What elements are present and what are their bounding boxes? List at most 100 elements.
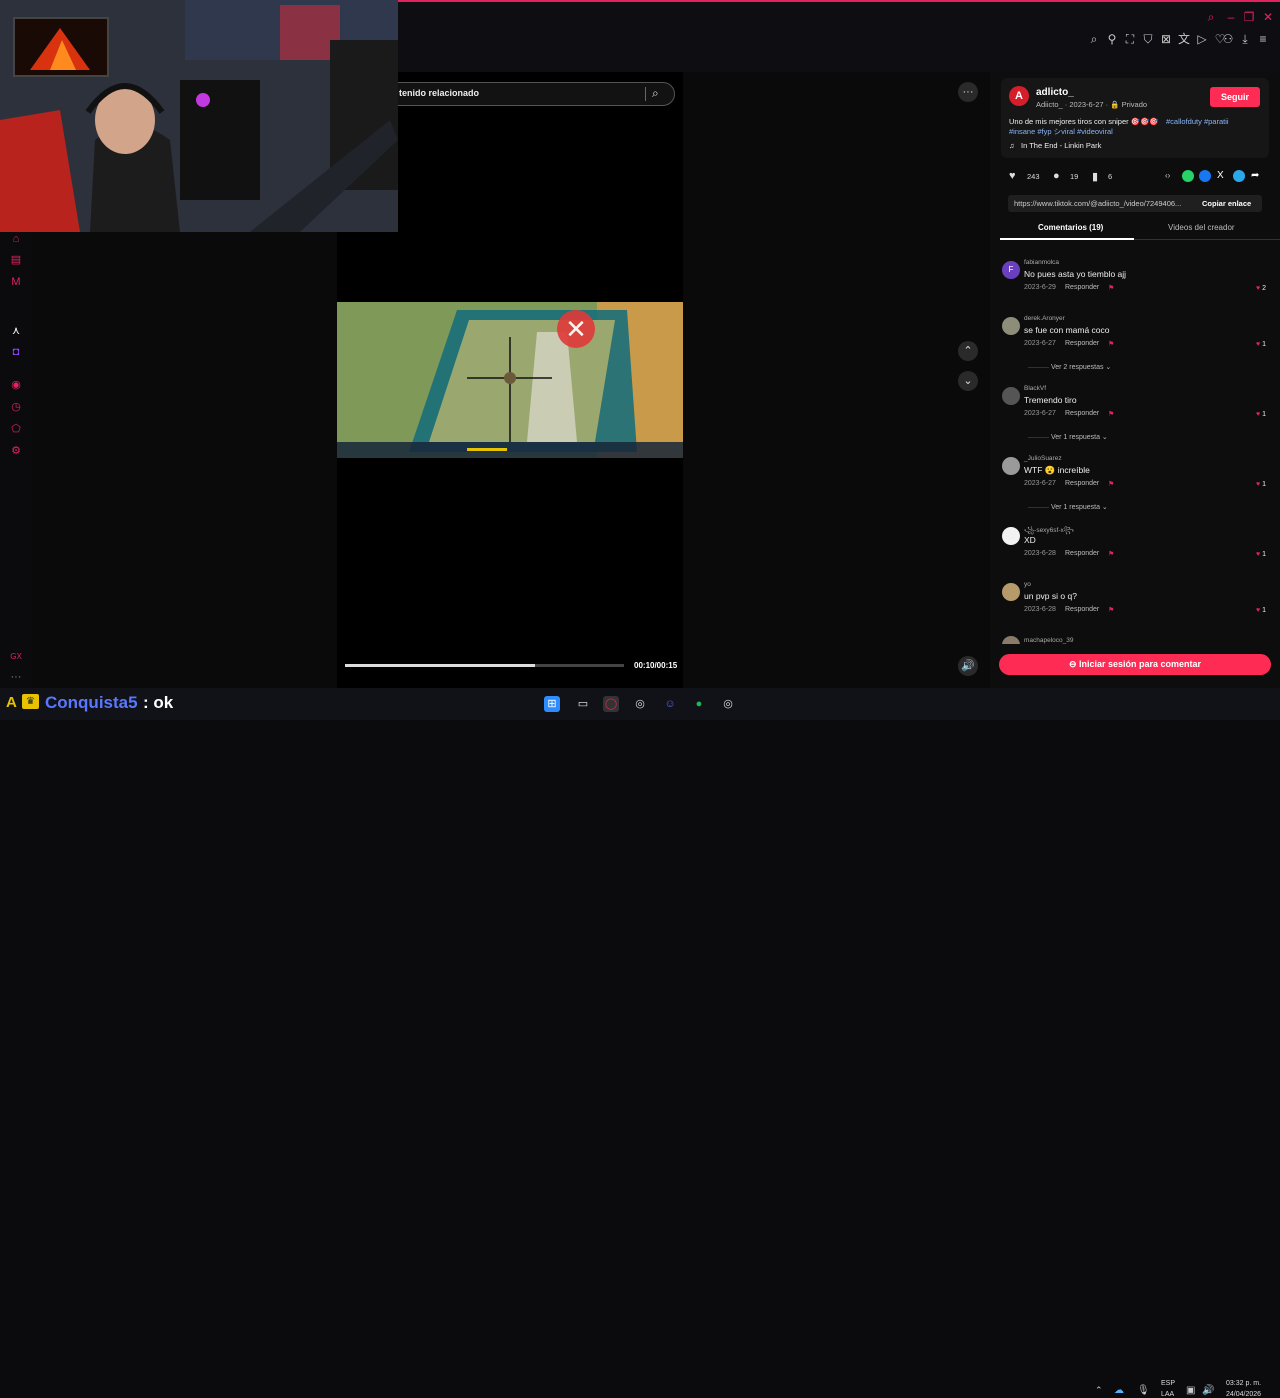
author-name[interactable]: adlicto_ xyxy=(1036,87,1074,98)
whatsapp-icon[interactable] xyxy=(1182,170,1194,182)
more-options-button[interactable]: ··· xyxy=(958,82,978,102)
login-to-comment-button[interactable]: ⊖ Iniciar sesión para comentar xyxy=(999,654,1271,675)
comment-avatar[interactable] xyxy=(1002,636,1020,644)
search-input[interactable]: tenido relacionado xyxy=(399,88,479,98)
maximize-icon[interactable]: ❐ xyxy=(1242,10,1256,24)
download-icon[interactable]: ⤓ xyxy=(1238,32,1252,46)
video-player[interactable]: ✕ xyxy=(337,302,683,458)
shield-icon[interactable]: ⛉ xyxy=(1141,32,1155,46)
tray-chevron-icon[interactable]: ⌃ xyxy=(1095,1385,1103,1396)
tab-creator-videos[interactable]: Videos del creador xyxy=(1168,223,1235,232)
bookmark-icon[interactable]: ⬠ xyxy=(9,422,23,436)
share-icon[interactable]: ➦ xyxy=(1251,170,1259,181)
flag-icon[interactable]: ⚑ xyxy=(1108,550,1114,558)
reply-button[interactable]: Responder xyxy=(1065,340,1099,347)
comment-icon[interactable]: ● xyxy=(1053,170,1060,182)
view-replies-button[interactable]: ——— Ver 1 respuesta ⌄ xyxy=(1028,503,1108,511)
play-icon[interactable]: ▷ xyxy=(1195,32,1209,46)
comment-like[interactable]: ♥ 1 xyxy=(1256,551,1266,558)
minimize-icon[interactable]: – xyxy=(1224,10,1238,24)
flag-icon[interactable]: ⚑ xyxy=(1108,480,1114,488)
search-icon[interactable]: ⌕ xyxy=(1204,10,1218,24)
tab-comments[interactable]: Comentarios (19) xyxy=(1038,223,1103,232)
file-explorer-icon[interactable]: ▭ xyxy=(575,696,591,712)
embed-icon[interactable]: ‹› xyxy=(1165,171,1170,180)
comment-like[interactable]: ♥ 1 xyxy=(1256,341,1266,348)
flag-icon[interactable]: ⚑ xyxy=(1108,606,1114,614)
comment-username[interactable]: derek.Aronyer xyxy=(1024,315,1065,322)
flag-icon[interactable]: ⚑ xyxy=(1108,410,1114,418)
facebook-icon[interactable] xyxy=(1199,170,1211,182)
caption-tags-2[interactable]: #insane #fyp シviral #videoviral xyxy=(1009,126,1113,137)
clock-date[interactable]: 24/04/2026 xyxy=(1226,1391,1261,1398)
aria-icon[interactable]: ⋏ xyxy=(9,324,23,338)
caption-tags-1[interactable]: #callofduty #paratii xyxy=(1166,117,1229,126)
telegram-icon[interactable] xyxy=(1233,170,1245,182)
reply-button[interactable]: Responder xyxy=(1065,606,1099,613)
comment-avatar[interactable] xyxy=(1002,387,1020,405)
follow-button[interactable]: Seguir xyxy=(1210,87,1260,107)
author-avatar[interactable]: A xyxy=(1009,86,1029,106)
translate-icon[interactable]: 文 xyxy=(1177,32,1191,46)
comment-like[interactable]: ♥ 1 xyxy=(1256,411,1266,418)
music-title[interactable]: In The End - Linkin Park xyxy=(1021,141,1101,150)
skip-icon[interactable]: ✕ xyxy=(557,310,595,348)
clock-time[interactable]: 03:32 p. m. xyxy=(1226,1380,1261,1387)
gx-icon[interactable]: GX xyxy=(9,650,23,664)
menu-icon[interactable]: ≡ xyxy=(1256,32,1270,46)
comment-username[interactable]: BlackVf xyxy=(1024,385,1046,392)
comment-avatar[interactable]: F xyxy=(1002,261,1020,279)
search-icon[interactable]: ⌕ xyxy=(652,86,666,100)
comment-like[interactable]: ♥ 1 xyxy=(1256,607,1266,614)
comment-avatar[interactable] xyxy=(1002,317,1020,335)
comment-username[interactable]: _JulioSuarez xyxy=(1024,455,1062,462)
obs-icon[interactable]: ◎ xyxy=(632,696,648,712)
pin-icon[interactable]: ⚲ xyxy=(1105,32,1119,46)
settings-icon[interactable]: ⚙ xyxy=(9,444,23,458)
profile-icon[interactable]: ⚇ xyxy=(1221,32,1235,46)
comment-avatar[interactable] xyxy=(1002,457,1020,475)
search-bar[interactable]: tenido relacionado ⌕ xyxy=(370,82,675,106)
reply-button[interactable]: Responder xyxy=(1065,410,1099,417)
extensions-icon[interactable]: ⊠ xyxy=(1159,32,1173,46)
x-icon[interactable]: X xyxy=(1217,170,1224,181)
copy-link-button[interactable]: Copiar enlace xyxy=(1202,199,1251,208)
spotify-icon[interactable]: ● xyxy=(691,696,707,712)
reply-button[interactable]: Responder xyxy=(1065,480,1099,487)
comment-username[interactable]: machapeloco_39 xyxy=(1024,637,1074,644)
language-code[interactable]: ESP xyxy=(1161,1380,1175,1387)
zoom-icon[interactable]: ⌕ xyxy=(1087,32,1101,46)
language-layout[interactable]: LAA xyxy=(1161,1391,1174,1398)
screenshot-icon[interactable]: ⛶ xyxy=(1123,32,1137,46)
bag-icon[interactable]: ⌂ xyxy=(9,232,23,246)
messenger-icon[interactable]: M xyxy=(9,275,23,289)
more-icon[interactable]: ··· xyxy=(9,670,23,684)
history-icon[interactable]: ◷ xyxy=(9,400,23,414)
previous-video-button[interactable]: ⌃ xyxy=(958,341,978,361)
windows-start-icon[interactable]: ⊞ xyxy=(544,696,560,712)
next-video-button[interactable]: ⌄ xyxy=(958,371,978,391)
reply-button[interactable]: Responder xyxy=(1065,284,1099,291)
onedrive-icon[interactable]: ☁ xyxy=(1114,1385,1124,1396)
reply-button[interactable]: Responder xyxy=(1065,550,1099,557)
microphone-icon[interactable]: 🎙 xyxy=(1137,1385,1150,1396)
opera-gx-icon[interactable]: ◯ xyxy=(603,696,619,712)
save-icon[interactable]: ▮ xyxy=(1092,170,1098,183)
steam-icon[interactable]: ◎ xyxy=(720,696,736,712)
network-icon[interactable]: ▣ xyxy=(1186,1385,1195,1396)
speaker-icon[interactable]: 🔊 xyxy=(1202,1385,1214,1396)
video-progress-bar[interactable] xyxy=(345,664,624,667)
discord-icon[interactable]: ☺ xyxy=(662,696,678,712)
close-icon[interactable]: ✕ xyxy=(1261,10,1275,24)
comment-username[interactable]: fabianmolca xyxy=(1024,259,1059,266)
comment-username[interactable]: yo xyxy=(1024,581,1031,588)
comment-like[interactable]: ♥ 1 xyxy=(1256,481,1266,488)
player-icon[interactable]: ◉ xyxy=(9,378,23,392)
flag-icon[interactable]: ⚑ xyxy=(1108,284,1114,292)
volume-button[interactable]: 🔊 xyxy=(958,656,978,676)
comment-avatar[interactable] xyxy=(1002,583,1020,601)
view-replies-button[interactable]: ——— Ver 1 respuesta ⌄ xyxy=(1028,433,1108,441)
video-url[interactable]: https://www.tiktok.com/@adiicto_/video/7… xyxy=(1014,199,1194,208)
comment-avatar[interactable] xyxy=(1002,527,1020,545)
flag-icon[interactable]: ⚑ xyxy=(1108,340,1114,348)
